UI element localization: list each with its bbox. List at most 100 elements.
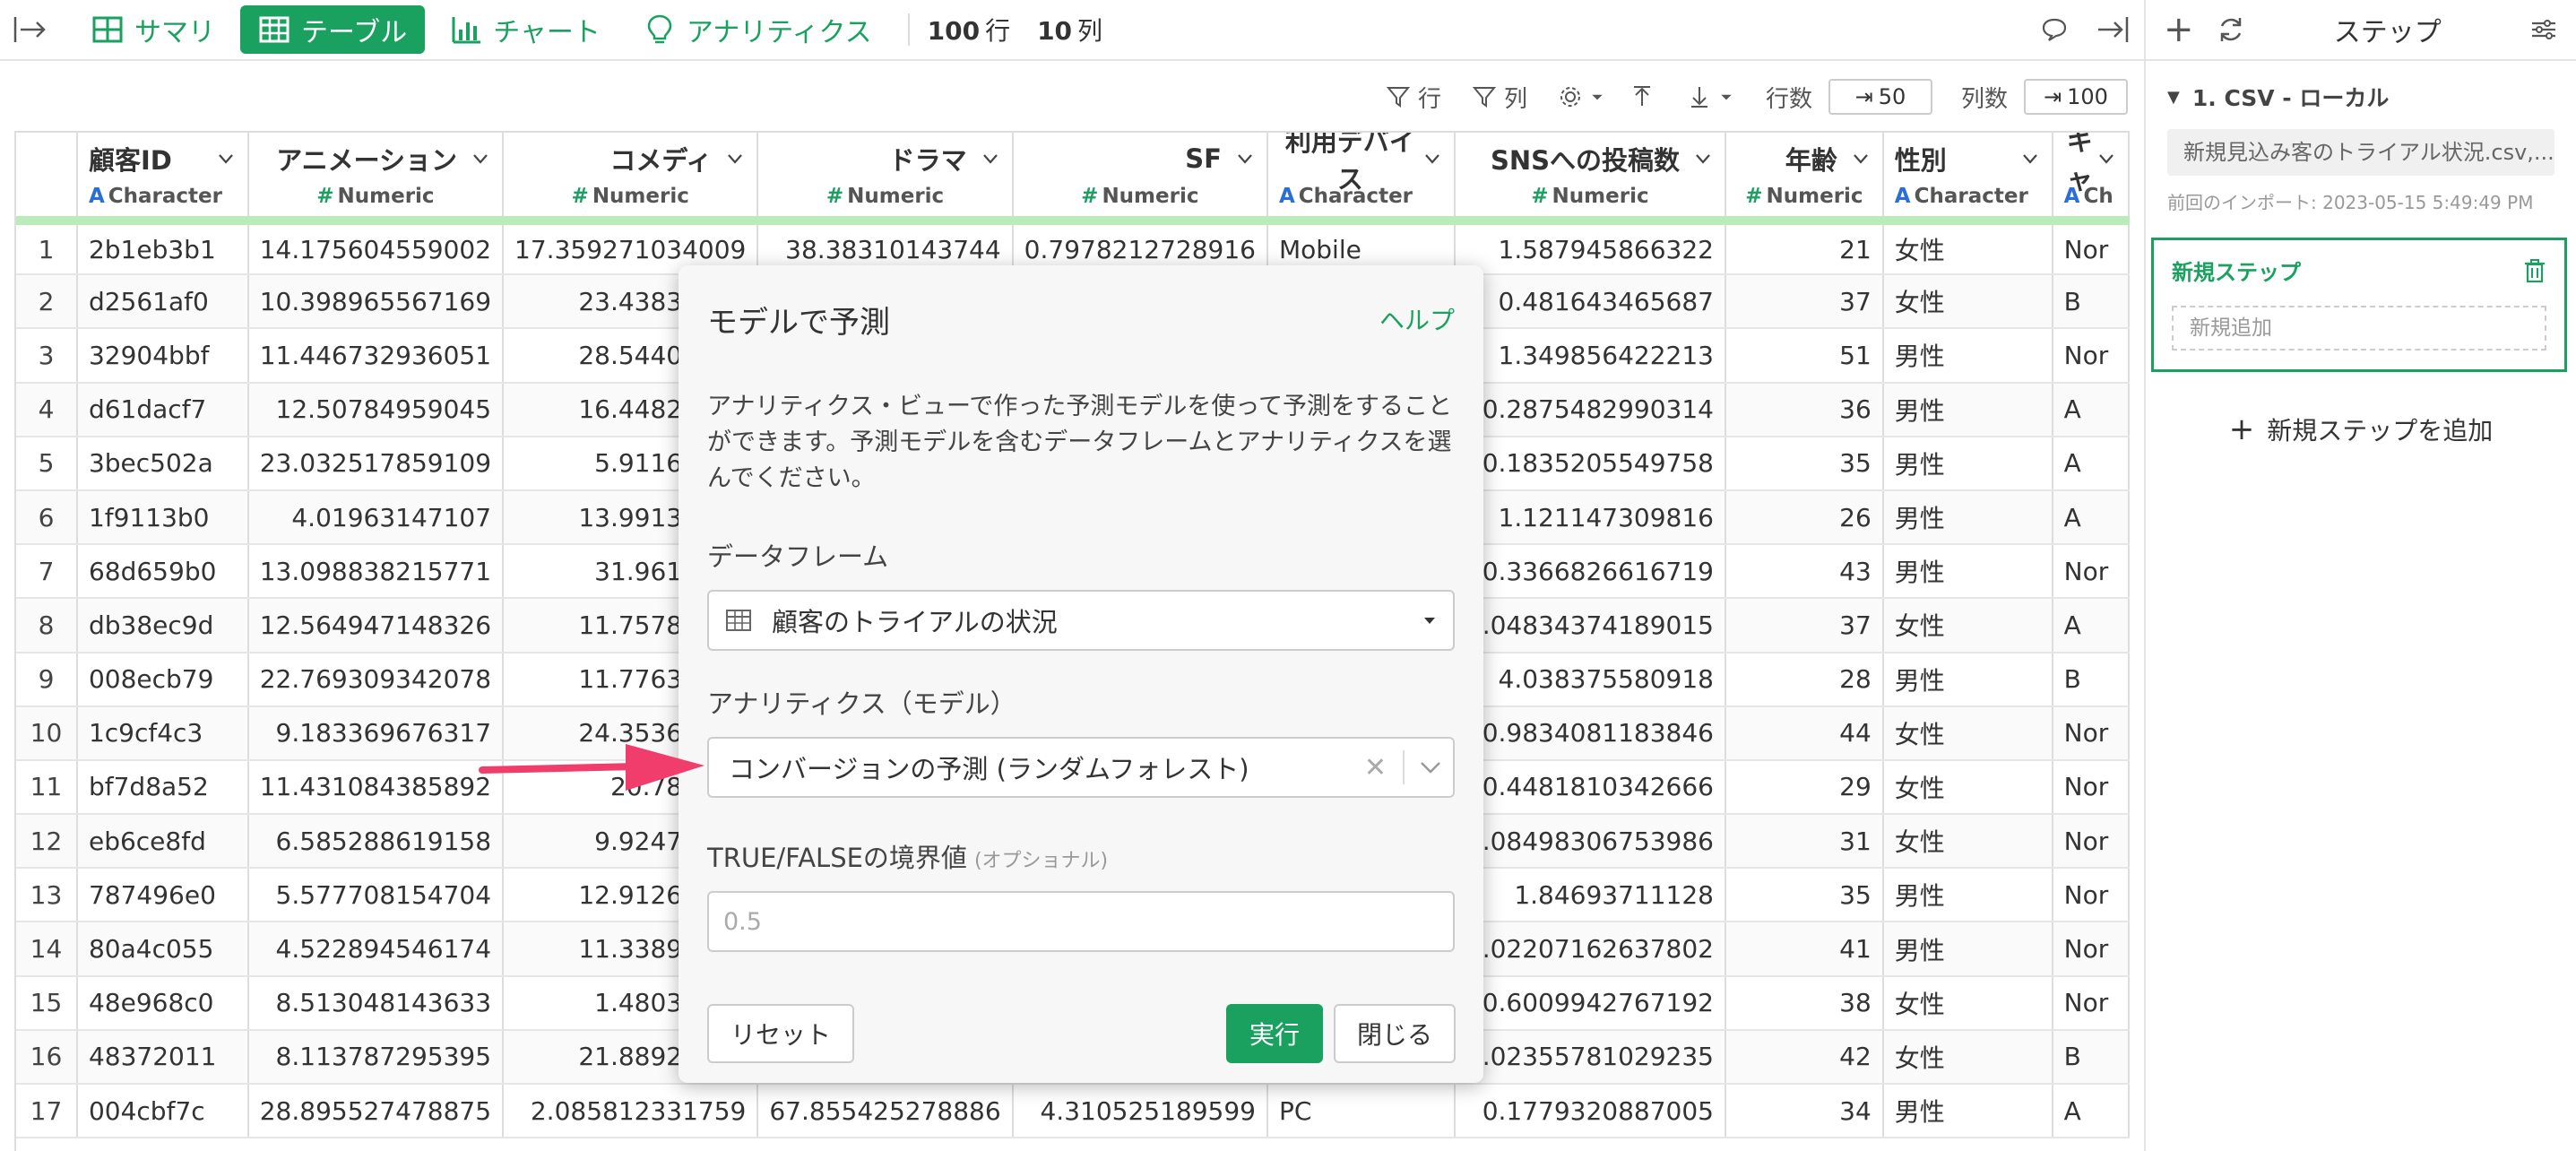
chevron-down-icon[interactable]	[980, 148, 1001, 169]
tab-table[interactable]: テーブル	[240, 5, 426, 54]
column-header[interactable]: ドラマ # Numeric	[757, 133, 1014, 225]
column-name: 性別	[1894, 145, 1947, 176]
predict-model-dialog: モデルで予測 ヘルプ アナリティクス・ビューで作った予測モデルを使って予測をする…	[679, 265, 1483, 1083]
rows-shown-input[interactable]: ⇥ 50	[1828, 79, 1932, 115]
table-cell: 1c9cf4c3	[76, 705, 249, 761]
comment-icon[interactable]	[2035, 10, 2074, 49]
table-cell: 44	[1725, 705, 1884, 761]
refresh-icon[interactable]	[2216, 14, 2246, 45]
column-name: 顧客ID	[88, 145, 172, 176]
collapse-sidebar-icon[interactable]	[11, 10, 50, 49]
new-step-input[interactable]: 新規追加	[2172, 306, 2546, 350]
table-cell: B	[2052, 274, 2130, 330]
dataframe-select[interactable]: 顧客のトライアルの状況	[707, 590, 1455, 651]
add-new-step-button[interactable]: + 新規ステップを追加	[2146, 411, 2576, 447]
clear-icon[interactable]: ✕	[1364, 752, 1387, 783]
table-row[interactable]: 17 004cbf7c 28.895527478875 2.085812331759 6…	[16, 1084, 2130, 1139]
table-cell: A	[2052, 598, 2130, 653]
filter-rows-button[interactable]: 行	[1386, 81, 1441, 114]
column-type-icon: #	[826, 185, 844, 208]
table-cell: 68d659b0	[76, 544, 249, 600]
add-icon[interactable]: +	[2164, 12, 2194, 48]
tab-summary-label: サマリ	[134, 17, 215, 48]
chevron-down-icon[interactable]	[1234, 148, 1256, 169]
column-header[interactable]: 年齢 # Numeric	[1725, 133, 1884, 225]
collapse-steps-icon[interactable]	[2092, 10, 2131, 49]
row-index: 12	[16, 814, 78, 870]
upload-button[interactable]	[1629, 84, 1655, 109]
table-cell: 0.02355781029235	[1454, 1029, 1727, 1086]
step-csv-local[interactable]: ▼ 1. CSV - ローカル 新規見込み客のトライアル状況.csv,... 前…	[2146, 61, 2576, 214]
dataframe-label: データフレーム	[707, 541, 889, 572]
column-header[interactable]: コメディ # Numeric	[503, 133, 759, 225]
chevron-down-icon[interactable]	[1692, 148, 1714, 169]
table-cell: 0.02207162637802	[1454, 922, 1727, 977]
chevron-down-icon[interactable]	[724, 148, 746, 169]
step-csv-local-header[interactable]: ▼ 1. CSV - ローカル	[2167, 81, 2554, 113]
table-cell: 0.1835205549758	[1454, 436, 1727, 491]
help-link[interactable]: ヘルプ	[1379, 301, 1455, 337]
column-header[interactable]: 性別 A Character	[1882, 133, 2053, 225]
table-cell: 34	[1725, 1084, 1884, 1139]
table-cell: Nor	[2052, 868, 2130, 923]
chevron-down-icon[interactable]	[1850, 148, 1871, 169]
table-cell: 女性	[1882, 221, 2053, 276]
table-cell: Nor	[2052, 922, 2130, 977]
threshold-input[interactable]: 0.5	[707, 891, 1455, 952]
download-dropdown[interactable]	[1687, 84, 1733, 109]
run-button[interactable]: 実行	[1226, 1004, 1323, 1063]
column-type-label: Numeric	[337, 185, 435, 208]
dialog-title: モデルで予測	[707, 304, 890, 341]
analytics-select[interactable]: コンバージョンの予測 (ランダムフォレスト) ✕	[707, 737, 1455, 798]
tab-analytics[interactable]: アナリティクス	[626, 5, 890, 54]
reset-button[interactable]: リセット	[707, 1004, 854, 1063]
table-cell: Nor	[2052, 221, 2130, 276]
table-cell: 2.085812331759	[503, 1084, 759, 1139]
table-cell: 1.587945866322	[1454, 221, 1727, 276]
table-cell: Nor	[2052, 759, 2130, 816]
table-cell: 787496e0	[76, 868, 249, 923]
table-cell: 男性	[1882, 436, 2053, 491]
tab-chart[interactable]: チャート	[432, 5, 618, 54]
filter-columns-button[interactable]: 列	[1472, 81, 1527, 114]
row-count-unit: 行	[985, 16, 1011, 46]
column-header[interactable]: アニメーション # Numeric	[247, 133, 505, 225]
table-cell: 女性	[1882, 975, 2053, 1031]
threshold-label: TRUE/FALSEの境界値	[707, 843, 967, 873]
table-cell: 1.349856422213	[1454, 328, 1727, 384]
column-name: アニメーション	[276, 145, 458, 176]
table-cell: 0.9834081183846	[1454, 705, 1727, 761]
column-header[interactable]: キャ A Ch	[2052, 133, 2130, 225]
sliders-icon[interactable]	[2529, 15, 2558, 44]
chevron-down-icon[interactable]	[2096, 148, 2117, 169]
close-button[interactable]: 閉じる	[1334, 1004, 1456, 1063]
table-cell: 21	[1725, 221, 1884, 276]
chevron-down-icon[interactable]	[1422, 148, 1443, 169]
table-cell: 36	[1725, 382, 1884, 437]
column-type-icon: A	[1894, 185, 1911, 208]
settings-dropdown[interactable]	[1558, 84, 1604, 109]
tab-table-label: テーブル	[301, 17, 408, 48]
column-header[interactable]: SF # Numeric	[1012, 133, 1268, 225]
trash-icon[interactable]	[2523, 258, 2546, 283]
column-header[interactable]: 顧客ID A Character	[76, 133, 249, 225]
column-header[interactable]: SNSへの投稿数 # Numeric	[1454, 133, 1727, 225]
table-cell: 男性	[1882, 922, 2053, 977]
chevron-down-icon[interactable]	[215, 148, 237, 169]
table-cell: B	[2052, 1029, 2130, 1086]
tab-summary[interactable]: サマリ	[73, 5, 233, 54]
chevron-down-icon[interactable]	[2019, 148, 2041, 169]
table-cell: 22.769309342078	[247, 652, 505, 707]
column-name: SNSへの投稿数	[1490, 145, 1680, 176]
table-icon	[259, 16, 290, 43]
import-file-name[interactable]: 新規見込み客のトライアル状況.csv,...	[2167, 129, 2554, 176]
table-cell: 0.04834374189015	[1454, 598, 1727, 653]
columns-shown-input[interactable]: ⇥ 100	[2024, 79, 2128, 115]
column-header[interactable]: 利用デバイス A Character	[1266, 133, 1456, 225]
column-type-label: Numeric	[1552, 185, 1649, 208]
table-cell: 4.522894546174	[247, 922, 505, 977]
pointer-arrow-icon	[479, 744, 705, 791]
chevron-down-icon[interactable]	[470, 148, 491, 169]
steps-panel: + ステップ ▼ 1. CSV - ローカル 新規見込み客のトライアル状況.cs…	[2144, 0, 2576, 1151]
chevron-down-icon[interactable]	[1417, 758, 1444, 776]
